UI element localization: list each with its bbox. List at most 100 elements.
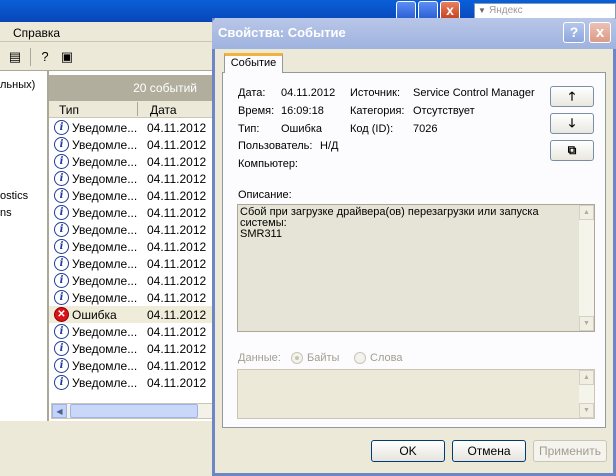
row-type: Уведомле... <box>72 172 138 186</box>
row-date: 04.11.2012 <box>147 359 207 373</box>
export-icon[interactable]: ▤ <box>6 48 24 65</box>
row-date: 04.11.2012 <box>147 155 207 169</box>
description-driver: SMR311 <box>240 228 282 240</box>
search-input[interactable]: ▼ Яндекс <box>474 3 616 19</box>
tab-event[interactable]: Событие <box>224 53 283 73</box>
event-rows: i Уведомле... 04.11.2012 i Уведомле... 04.11.… <box>49 119 217 391</box>
table-row[interactable]: i Уведомле... 04.11.2012 <box>49 119 217 136</box>
search-placeholder: Яндекс <box>489 5 523 16</box>
column-header-date[interactable]: Дата <box>150 103 177 117</box>
info-icon: i <box>54 154 69 169</box>
row-type: Уведомле... <box>72 189 138 203</box>
chevron-down-icon[interactable]: ▼ <box>478 4 486 18</box>
scroll-thumb[interactable] <box>70 404 198 418</box>
column-header-type[interactable]: Тип <box>59 103 79 117</box>
row-type: Уведомле... <box>72 274 138 288</box>
data-scrollbar[interactable]: ▲ ▼ <box>579 370 594 418</box>
date-label: Дата: <box>238 87 266 99</box>
table-row[interactable]: i Уведомле... 04.11.2012 <box>49 323 217 340</box>
row-date: 04.11.2012 <box>147 206 207 220</box>
row-date: 04.11.2012 <box>147 138 207 152</box>
table-row[interactable]: i Уведомле... 04.11.2012 <box>49 238 217 255</box>
event-list-panel: 20 событий Тип Дата i Уведомле... 04.11.20… <box>48 71 217 421</box>
arrow-up-icon: 🡑 <box>568 89 576 103</box>
row-type: Уведомле... <box>72 376 138 390</box>
words-radio[interactable] <box>354 352 366 364</box>
tree-item[interactable]: ostics <box>0 190 28 202</box>
table-row[interactable]: i Уведомле... 04.11.2012 <box>49 340 217 357</box>
table-row[interactable]: i Уведомле... 04.11.2012 <box>49 374 217 391</box>
row-date: 04.11.2012 <box>147 376 207 390</box>
view-icon[interactable]: ▣ <box>58 48 76 65</box>
row-date: 04.11.2012 <box>147 257 207 271</box>
user-value: Н/Д <box>320 140 339 152</box>
dialog-title: Свойства: Событие <box>218 25 346 40</box>
copy-button[interactable]: ⧉ <box>550 140 594 161</box>
copy-icon: ⧉ <box>567 143 577 157</box>
bytes-radio[interactable] <box>291 352 303 364</box>
table-row[interactable]: i Уведомле... 04.11.2012 <box>49 272 217 289</box>
code-value: 7026 <box>413 123 438 135</box>
dialog-titlebar[interactable]: Свойства: Событие ? x <box>212 18 616 49</box>
row-date: 04.11.2012 <box>147 308 207 322</box>
table-row[interactable]: i Уведомле... 04.11.2012 <box>49 153 217 170</box>
tab-page-event: Дата: 04.11.2012 Время: 16:09:18 Тип: Ош… <box>222 72 606 428</box>
type-label: Тип: <box>238 123 260 135</box>
horizontal-scrollbar[interactable]: ◀ <box>51 403 215 419</box>
table-row[interactable]: i Уведомле... 04.11.2012 <box>49 255 217 272</box>
scroll-left-icon[interactable]: ◀ <box>52 404 67 418</box>
help-icon[interactable]: ? <box>36 48 54 65</box>
table-row[interactable]: i Уведомле... 04.11.2012 <box>49 136 217 153</box>
computer-label: Компьютер: <box>238 158 298 170</box>
apply-button[interactable]: Применить <box>533 440 607 462</box>
table-row[interactable]: i Уведомле... 04.11.2012 <box>49 289 217 306</box>
row-type: Уведомле... <box>72 138 138 152</box>
help-button[interactable]: ? <box>563 22 585 43</box>
status-area <box>0 421 216 476</box>
table-row[interactable]: ✕ Ошибка 04.11.2012 <box>49 306 217 323</box>
info-icon: i <box>54 324 69 339</box>
previous-event-button[interactable]: 🡑 <box>550 86 594 107</box>
row-type: Уведомле... <box>72 291 138 305</box>
info-icon: i <box>54 290 69 305</box>
row-type: Уведомле... <box>72 257 138 271</box>
scroll-down-icon[interactable]: ▼ <box>579 403 594 418</box>
scroll-up-icon[interactable]: ▲ <box>579 370 594 385</box>
ok-button[interactable]: OK <box>371 440 445 462</box>
info-icon: i <box>54 375 69 390</box>
menu-help[interactable]: Справка <box>13 26 60 40</box>
table-row[interactable]: i Уведомле... 04.11.2012 <box>49 357 217 374</box>
description-scrollbar[interactable]: ▲ ▼ <box>579 205 594 331</box>
table-row[interactable]: i Уведомле... 04.11.2012 <box>49 221 217 238</box>
row-type: Уведомле... <box>72 325 138 339</box>
next-event-button[interactable]: 🡓 <box>550 113 594 134</box>
close-button[interactable]: x <box>589 22 611 43</box>
source-value: Service Control Manager <box>413 87 535 99</box>
row-date: 04.11.2012 <box>147 325 207 339</box>
row-date: 04.11.2012 <box>147 274 207 288</box>
description-box[interactable]: Сбой при загрузке драйвера(ов) перезагру… <box>237 204 595 332</box>
tree-item[interactable]: ns <box>0 207 12 219</box>
row-date: 04.11.2012 <box>147 121 207 135</box>
category-value: Отсутствует <box>413 105 475 117</box>
tree-item[interactable]: льных) <box>0 79 35 91</box>
cancel-button[interactable]: Отмена <box>452 440 526 462</box>
data-box[interactable]: ▲ ▼ <box>237 369 595 419</box>
info-icon: i <box>54 358 69 373</box>
user-label: Пользователь: <box>238 140 313 152</box>
table-row[interactable]: i Уведомле... 04.11.2012 <box>49 170 217 187</box>
table-row[interactable]: i Уведомле... 04.11.2012 <box>49 204 217 221</box>
info-icon: i <box>54 137 69 152</box>
row-type: Ошибка <box>72 308 117 322</box>
info-icon: i <box>54 205 69 220</box>
bytes-radio-label: Байты <box>307 352 340 364</box>
source-label: Источник: <box>350 87 401 99</box>
column-headers: Тип Дата <box>49 101 217 118</box>
table-row[interactable]: i Уведомле... 04.11.2012 <box>49 187 217 204</box>
code-label: Код (ID): <box>350 123 394 135</box>
column-divider[interactable] <box>137 102 138 116</box>
arrow-down-icon: 🡓 <box>568 116 576 130</box>
scroll-down-icon[interactable]: ▼ <box>579 316 594 331</box>
info-icon: i <box>54 256 69 271</box>
scroll-up-icon[interactable]: ▲ <box>579 205 594 220</box>
